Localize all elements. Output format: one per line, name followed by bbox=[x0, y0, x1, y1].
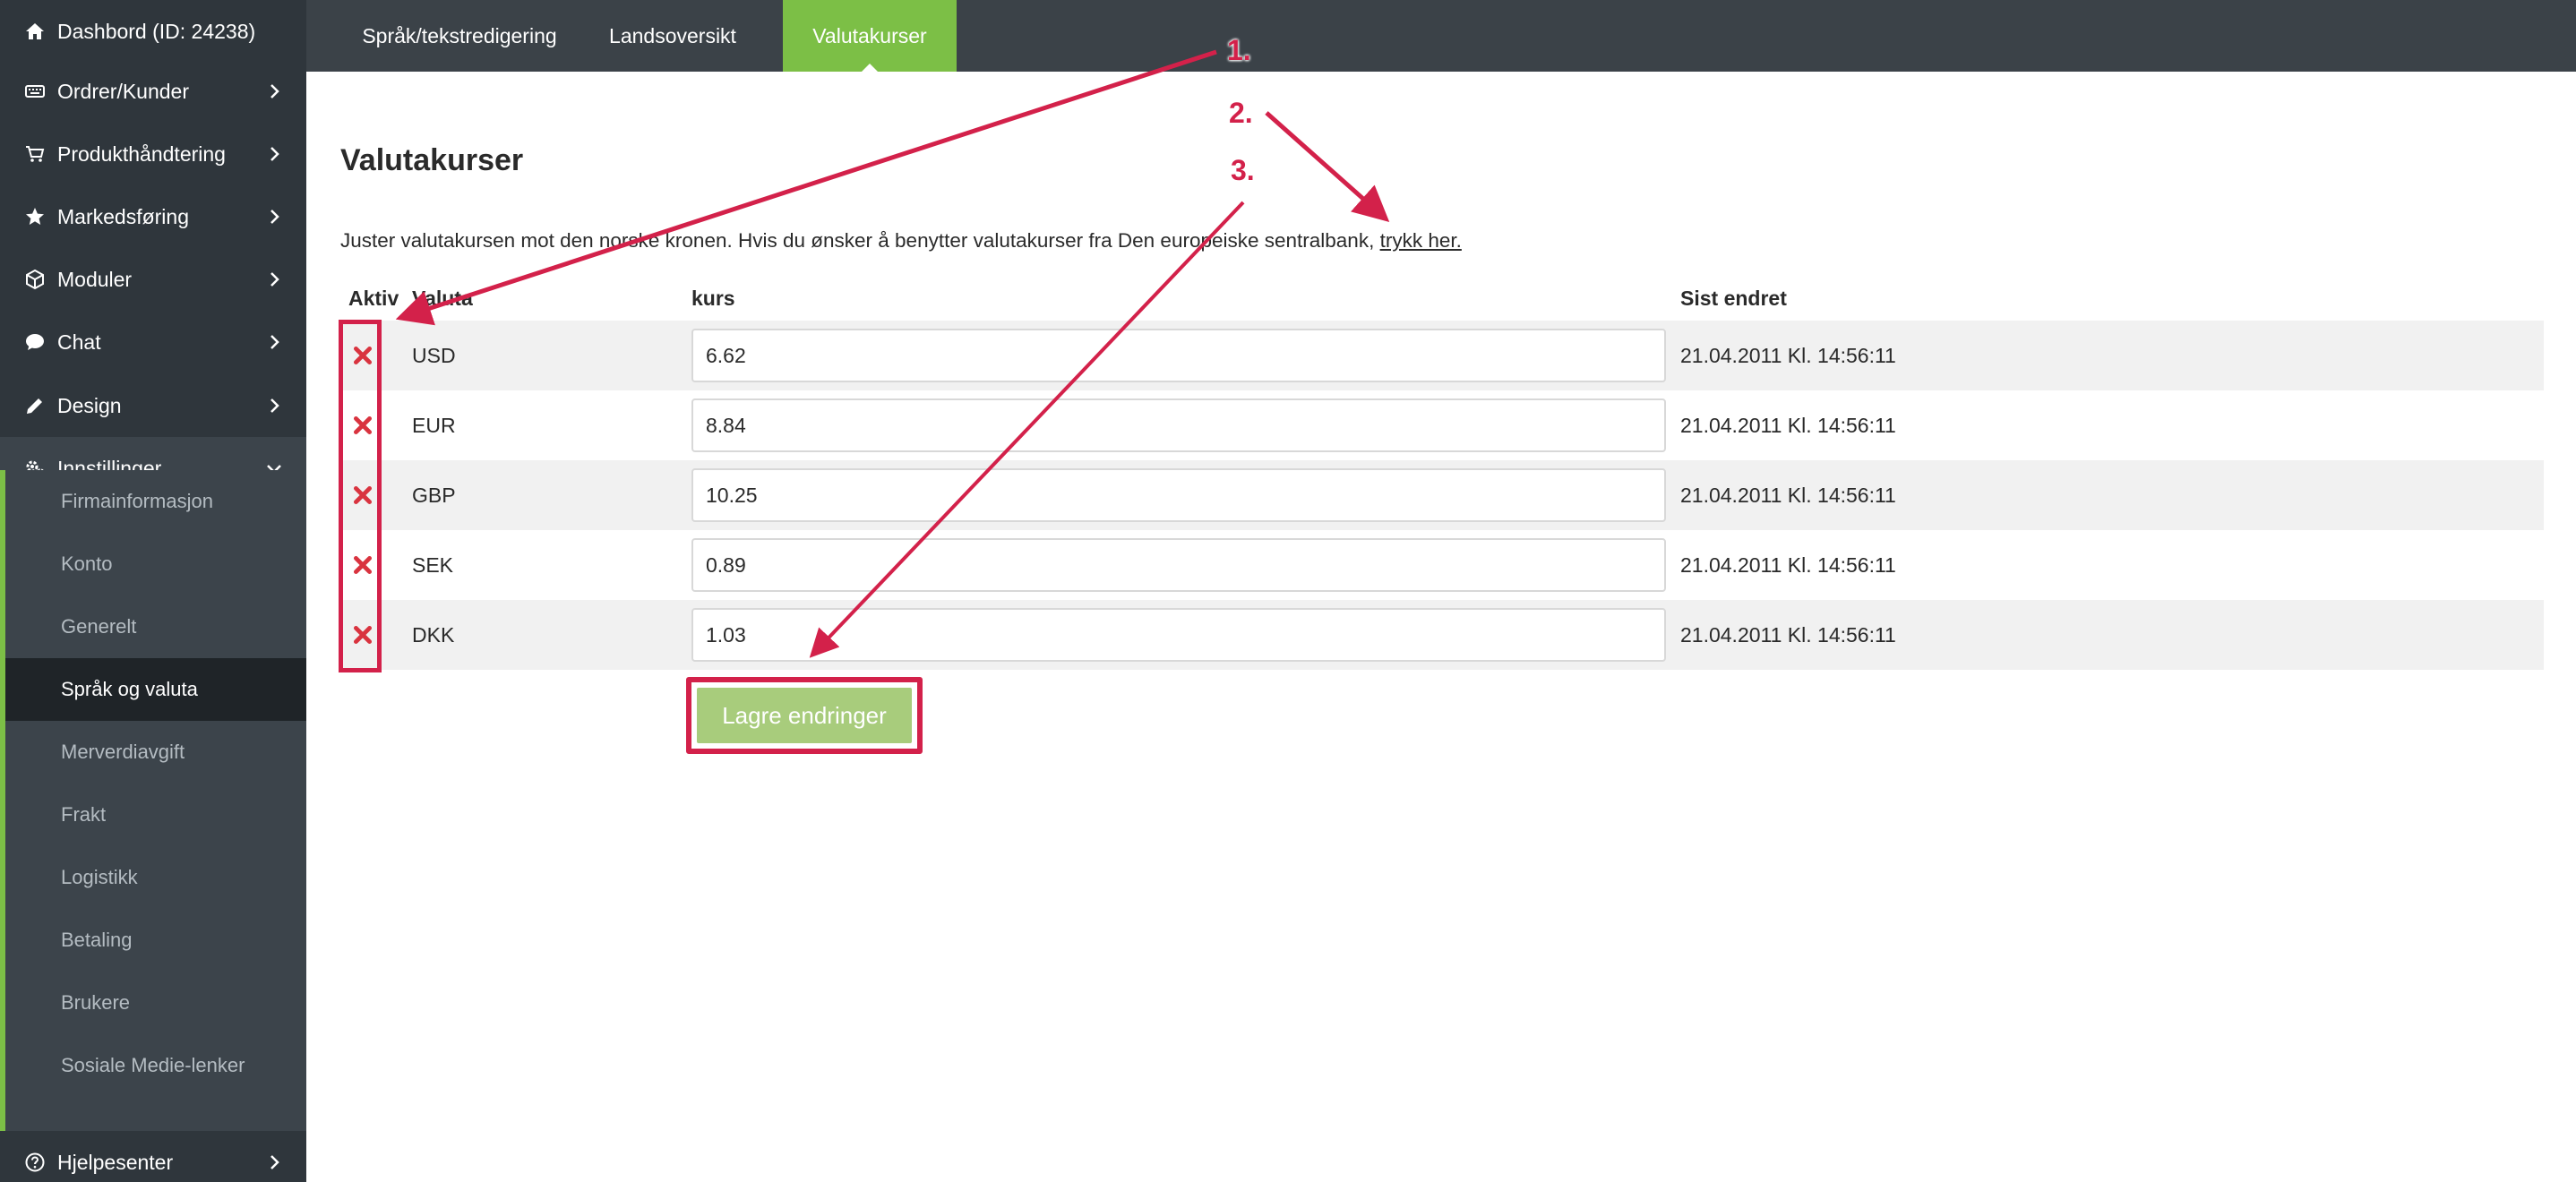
sidebar-item-label: Chat bbox=[57, 330, 101, 354]
sidebar-item-help[interactable]: Hjelpesenter bbox=[0, 1131, 306, 1182]
page-title: Valutakurser bbox=[340, 143, 524, 177]
active-column-highlight bbox=[339, 320, 382, 672]
cart-icon bbox=[23, 142, 47, 166]
submenu-item-generelt[interactable]: Generelt bbox=[5, 595, 306, 658]
rate-input-sek[interactable] bbox=[691, 538, 1666, 592]
arrow-2-to-link bbox=[1265, 111, 1390, 222]
rate-input-usd[interactable] bbox=[691, 329, 1666, 382]
submenu-item-frakt[interactable]: Frakt bbox=[5, 784, 306, 846]
save-changes-button[interactable]: Lagre endringer bbox=[697, 688, 912, 743]
chat-icon bbox=[23, 330, 47, 354]
sidebar-item-label: Design bbox=[57, 393, 122, 417]
submenu-item-sosiale-medie-lenker[interactable]: Sosiale Medie-lenker bbox=[5, 1034, 306, 1097]
currency-code: GBP bbox=[412, 483, 456, 507]
intro-text-body: Juster valutakursen mot den norske krone… bbox=[340, 229, 1380, 252]
currency-code: SEK bbox=[412, 552, 454, 577]
annotation-step-2: 2. bbox=[1229, 97, 1253, 129]
submenu-item-merverdiavgift[interactable]: Merverdiavgift bbox=[5, 721, 306, 784]
star-icon bbox=[23, 205, 47, 228]
submenu-item-logistikk[interactable]: Logistikk bbox=[5, 846, 306, 909]
column-header-active: Aktiv bbox=[348, 287, 399, 310]
home-icon bbox=[23, 20, 47, 43]
last-changed: 21.04.2011 Kl. 14:56:11 bbox=[1680, 343, 1896, 367]
chevron-right-icon bbox=[270, 147, 279, 161]
sidebar-item-label: Ordrer/Kunder bbox=[57, 79, 190, 103]
last-changed: 21.04.2011 Kl. 14:56:11 bbox=[1680, 552, 1896, 577]
annotation-step-1: 1. bbox=[1227, 34, 1251, 66]
sidebar-item-dashboard[interactable]: Dashbord (ID: 24238) bbox=[0, 0, 306, 63]
table-row: DKK 21.04.2011 Kl. 14:56:11 bbox=[340, 600, 2544, 670]
sidebar-item-label: Moduler bbox=[57, 267, 133, 291]
last-changed: 21.04.2011 Kl. 14:56:11 bbox=[1680, 413, 1896, 437]
chevron-right-icon bbox=[270, 84, 279, 98]
submenu-item-firmainformasjon[interactable]: Firmainformasjon bbox=[5, 470, 306, 533]
sidebar: Dashbord (ID: 24238) Ordrer/Kunder Produ… bbox=[0, 0, 306, 1182]
chevron-right-icon bbox=[270, 398, 279, 413]
question-circle-icon bbox=[23, 1151, 47, 1174]
table-row: EUR 21.04.2011 Kl. 14:56:11 bbox=[340, 390, 2544, 460]
sidebar-item-label: Hjelpesenter bbox=[57, 1150, 174, 1174]
keyboard-icon bbox=[23, 80, 47, 103]
pencil-icon bbox=[23, 394, 47, 417]
submenu-item-brukere[interactable]: Brukere bbox=[5, 972, 306, 1034]
chevron-right-icon bbox=[270, 335, 279, 349]
top-tab-bar: Språk/tekstredigering Landsoversikt Valu… bbox=[306, 0, 2576, 72]
sidebar-item-label: Produkthåndtering bbox=[57, 141, 226, 166]
app-window: Dashbord (ID: 24238) Ordrer/Kunder Produ… bbox=[0, 0, 2576, 1182]
last-changed: 21.04.2011 Kl. 14:56:11 bbox=[1680, 483, 1896, 507]
rate-input-dkk[interactable] bbox=[691, 608, 1666, 662]
sidebar-item-marketing[interactable]: Markedsføring bbox=[0, 185, 306, 248]
ecb-rates-link[interactable]: trykk her. bbox=[1380, 229, 1462, 252]
submenu-item-sprak-og-valuta[interactable]: Språk og valuta bbox=[5, 658, 306, 721]
last-changed: 21.04.2011 Kl. 14:56:11 bbox=[1680, 622, 1896, 647]
tab-landsoversikt[interactable]: Landsoversikt bbox=[593, 0, 752, 72]
settings-submenu: Firmainformasjon Konto Generelt Språk og… bbox=[0, 470, 306, 1131]
table-row: GBP 21.04.2011 Kl. 14:56:11 bbox=[340, 460, 2544, 530]
chevron-right-icon bbox=[270, 1155, 279, 1169]
sidebar-item-label: Dashbord (ID: 24238) bbox=[57, 19, 256, 43]
sidebar-item-products[interactable]: Produkthåndtering bbox=[0, 123, 306, 185]
tab-valutakurser[interactable]: Valutakurser bbox=[783, 0, 957, 72]
sidebar-item-design[interactable]: Design bbox=[0, 374, 306, 437]
sidebar-item-orders[interactable]: Ordrer/Kunder bbox=[0, 60, 306, 123]
chevron-right-icon bbox=[270, 210, 279, 224]
cube-icon bbox=[23, 268, 47, 291]
column-header-rate: kurs bbox=[691, 287, 735, 310]
annotation-step-3: 3. bbox=[1231, 154, 1255, 186]
column-header-currency: Valuta bbox=[412, 287, 473, 310]
currency-code: EUR bbox=[412, 413, 456, 437]
currency-code: USD bbox=[412, 343, 456, 367]
table-row: SEK 21.04.2011 Kl. 14:56:11 bbox=[340, 530, 2544, 600]
tab-sprak-tekstredigering[interactable]: Språk/tekstredigering bbox=[342, 0, 577, 72]
arrow-1-to-active-column bbox=[395, 49, 1217, 326]
table-row: USD 21.04.2011 Kl. 14:56:11 bbox=[340, 321, 2544, 390]
sidebar-item-label: Markedsføring bbox=[57, 204, 189, 228]
submenu-item-betaling[interactable]: Betaling bbox=[5, 909, 306, 972]
intro-text: Juster valutakursen mot den norske krone… bbox=[340, 229, 1462, 253]
rate-input-eur[interactable] bbox=[691, 398, 1666, 452]
chevron-right-icon bbox=[270, 272, 279, 287]
submenu-item-konto[interactable]: Konto bbox=[5, 533, 306, 595]
rate-input-gbp[interactable] bbox=[691, 468, 1666, 522]
sidebar-item-modules[interactable]: Moduler bbox=[0, 248, 306, 311]
column-header-last-changed: Sist endret bbox=[1680, 287, 1787, 310]
currency-code: DKK bbox=[412, 622, 455, 647]
sidebar-item-chat[interactable]: Chat bbox=[0, 311, 306, 373]
